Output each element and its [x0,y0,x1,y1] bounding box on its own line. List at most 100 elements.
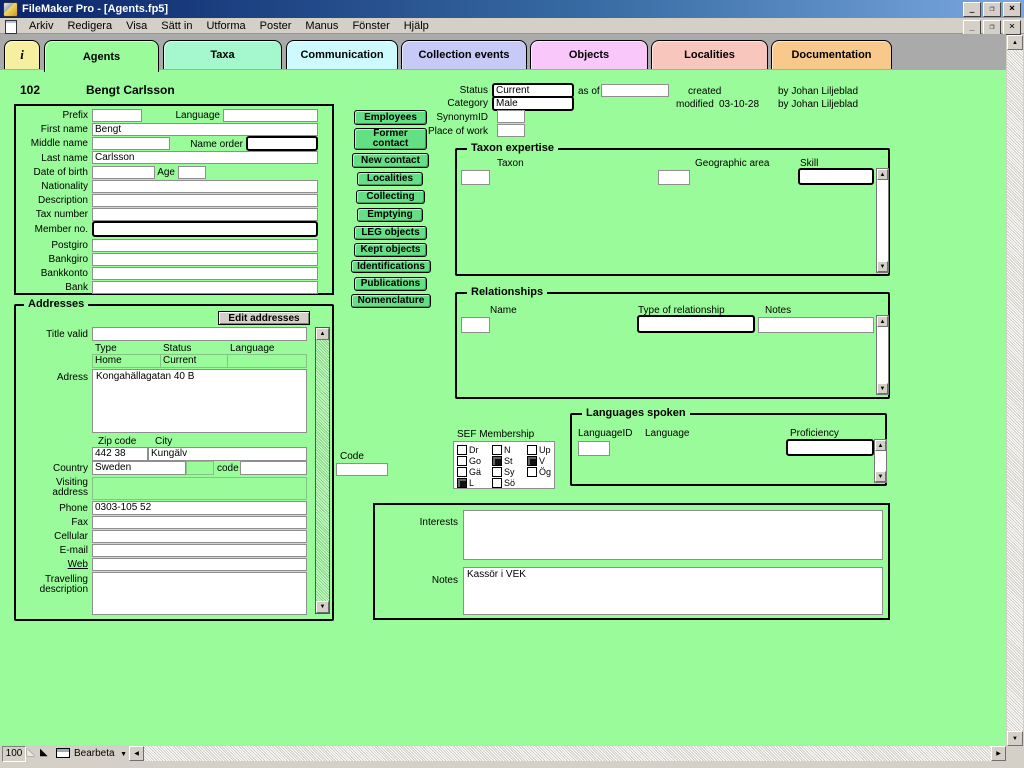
visiting-field[interactable] [92,477,307,500]
menu-poster[interactable]: Poster [253,19,299,33]
child-close-icon[interactable] [1003,20,1021,35]
relationships-scrollbar[interactable] [876,315,889,395]
vscroll-up-icon[interactable] [1007,35,1023,50]
scroll-up-icon[interactable] [316,328,329,340]
tab-collection-events[interactable]: Collection events [401,40,527,69]
tab-agents[interactable]: Agents [44,40,159,72]
addr-type-cell[interactable]: Home [92,354,161,368]
firstname-field[interactable]: Bengt [92,123,318,136]
menu-arkiv[interactable]: Arkiv [22,19,60,33]
scroll-up-icon[interactable] [875,440,886,451]
titlevalid-field[interactable] [92,327,307,341]
sef-checkbox-ga[interactable]: Gä [457,467,481,477]
phone-field[interactable]: 0303-105 52 [92,501,307,515]
menu-satt-in[interactable]: Sätt in [154,19,199,33]
nationality-field[interactable] [92,180,318,193]
languageid-field[interactable] [578,441,610,456]
sef-checkbox-v[interactable]: V [527,456,545,466]
languages-scrollbar[interactable] [874,439,887,483]
rel-name-field[interactable] [461,317,490,333]
minimize-icon[interactable] [963,2,981,17]
sef-checkbox-dr[interactable]: Dr [457,445,479,455]
scroll-up-icon[interactable] [877,316,888,327]
mode-dropdown[interactable]: Bearbeta ▼ [74,747,127,761]
kept-objects-button[interactable]: Kept objects [354,243,427,257]
rel-type-field[interactable] [637,315,755,333]
geographic-area-field[interactable] [658,170,690,185]
middlename-field[interactable] [92,137,170,150]
web-label[interactable]: Web [16,559,88,571]
child-restore-icon[interactable] [983,20,1001,35]
rel-notes-field[interactable] [758,317,874,333]
tab-objects[interactable]: Objects [530,40,648,69]
zoom-in-icon[interactable]: ◣ [40,748,48,758]
hscroll-right-icon[interactable] [991,746,1006,761]
zoom-level[interactable]: 100 [2,746,26,762]
addresses-scrollbar[interactable] [315,327,330,614]
country-field[interactable]: Sweden [92,461,186,475]
fax-field[interactable] [92,516,307,529]
scroll-down-icon[interactable] [316,601,329,613]
publications-button[interactable]: Publications [354,277,427,291]
tab-documentation[interactable]: Documentation [771,40,892,69]
addr-language-cell[interactable] [227,354,307,368]
tab-taxa[interactable]: Taxa [163,40,282,69]
edit-addresses-button[interactable]: Edit addresses [218,311,310,325]
hscroll-left-icon[interactable] [129,746,144,761]
age-field[interactable] [178,166,206,179]
notes-field[interactable]: Kassör i VEK [463,567,883,615]
sef-checkbox-og[interactable]: Ög [527,467,551,477]
adress-field[interactable]: Kongahällagatan 40 B [92,369,307,433]
lastname-field[interactable]: Carlsson [92,151,318,164]
category-field[interactable]: Male [492,96,574,111]
scroll-down-icon[interactable] [877,383,888,394]
skill-field[interactable] [798,168,874,185]
city-field[interactable]: Kungälv [148,447,307,461]
code-field[interactable] [336,463,388,476]
cellular-field[interactable] [92,530,307,543]
sef-checkbox-so[interactable]: Sö [492,478,515,488]
bank-field[interactable] [92,281,318,294]
menu-visa[interactable]: Visa [119,19,154,33]
collecting-button[interactable]: Collecting [356,190,425,204]
leg-objects-button[interactable]: LEG objects [354,226,427,240]
menu-utforma[interactable]: Utforma [199,19,252,33]
menu-fonster[interactable]: Fönster [345,19,396,33]
language-field[interactable] [223,109,318,122]
restore-icon[interactable] [983,2,1001,17]
new-contact-button[interactable]: New contact [352,153,429,168]
document-icon[interactable] [5,20,17,34]
tab-localities[interactable]: Localities [651,40,768,69]
sef-checkbox-n[interactable]: N [492,445,511,455]
nomenclature-button[interactable]: Nomenclature [351,294,431,308]
taxon-scrollbar[interactable] [876,168,889,273]
bankkonto-field[interactable] [92,267,318,280]
web-field[interactable] [92,558,307,571]
tab-communication[interactable]: Communication [286,40,398,69]
countrycode-field[interactable] [240,461,307,475]
child-minimize-icon[interactable] [963,20,981,35]
asof-field[interactable] [601,84,669,97]
member-field[interactable] [92,221,318,237]
scroll-up-icon[interactable] [877,169,888,180]
vscroll-down-icon[interactable] [1007,731,1023,746]
scroll-down-icon[interactable] [877,261,888,272]
synonymid-field[interactable] [497,110,525,123]
dob-field[interactable] [92,166,155,179]
emptying-button[interactable]: Emptying [357,208,423,222]
sef-checkbox-up[interactable]: Up [527,445,551,455]
identifications-button[interactable]: Identifications [351,260,431,273]
placeofwork-field[interactable] [497,124,525,137]
description-field[interactable] [92,194,318,207]
nameorder-field[interactable] [246,136,318,151]
email-field[interactable] [92,544,307,557]
taxon-field[interactable] [461,170,490,185]
localities-button[interactable]: Localities [357,172,423,186]
vscroll-track[interactable] [1007,50,1023,731]
sef-checkbox-go[interactable]: Go [457,456,481,466]
proficiency-field[interactable] [786,439,874,456]
bankgiro-field[interactable] [92,253,318,266]
menu-redigera[interactable]: Redigera [60,19,119,33]
zoom-out-icon[interactable]: ◣ [27,748,35,758]
menu-manus[interactable]: Manus [298,19,345,33]
